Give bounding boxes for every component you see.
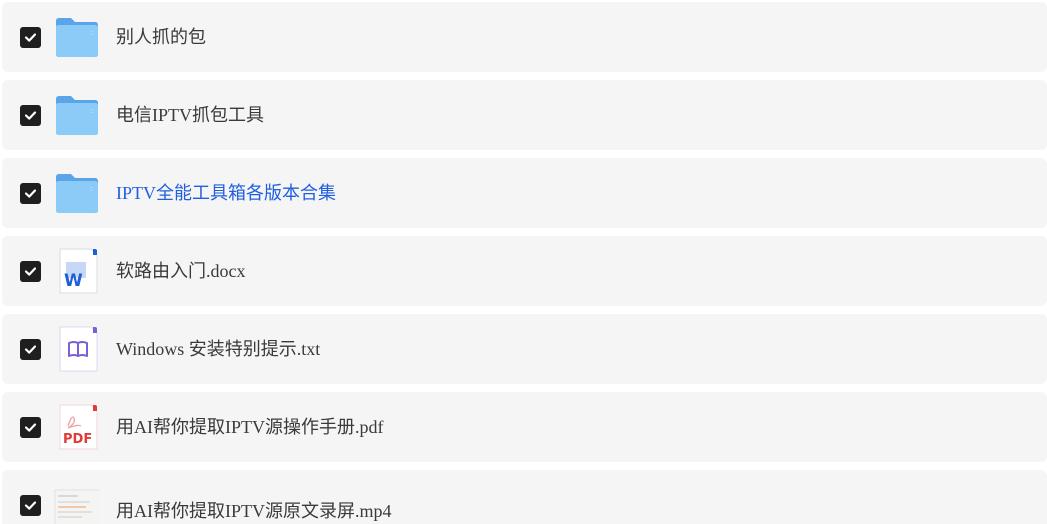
- folder-icon: [54, 92, 100, 138]
- checkmark-icon: [24, 345, 37, 354]
- file-name[interactable]: 别人抓的包: [116, 2, 206, 72]
- svg-text:W: W: [64, 271, 83, 291]
- row-checkbox[interactable]: [20, 183, 41, 204]
- checkmark-icon: [24, 189, 37, 198]
- file-list: 别人抓的包 电信IPTV抓包工具 IPTV全能工具箱各版本合集 W 软路由入门.…: [0, 0, 1047, 524]
- row-checkbox[interactable]: [20, 495, 41, 516]
- file-name[interactable]: Windows 安装特别提示.txt: [116, 314, 320, 384]
- svg-text:PDF: PDF: [63, 432, 92, 447]
- file-name[interactable]: 用AI帮你提取IPTV源原文录屏.mp4: [116, 476, 392, 524]
- row-checkbox[interactable]: [20, 261, 41, 282]
- checkmark-icon: [24, 267, 37, 276]
- row-checkbox[interactable]: [20, 339, 41, 360]
- word-doc-icon: W: [54, 248, 100, 294]
- file-row-7[interactable]: 用AI帮你提取IPTV源原文录屏.mp4: [2, 470, 1047, 524]
- row-checkbox[interactable]: [20, 105, 41, 126]
- checkmark-icon: [24, 423, 37, 432]
- file-name[interactable]: 电信IPTV抓包工具: [116, 80, 264, 150]
- checkmark-icon: [24, 33, 37, 42]
- file-name[interactable]: 软路由入门.docx: [116, 236, 246, 306]
- video-thumbnail-icon: [54, 482, 100, 524]
- file-row-5[interactable]: Windows 安装特别提示.txt: [2, 314, 1047, 384]
- file-name[interactable]: 用AI帮你提取IPTV源操作手册.pdf: [116, 392, 384, 462]
- checkmark-icon: [24, 501, 37, 510]
- row-checkbox[interactable]: [20, 417, 41, 438]
- checkmark-icon: [24, 111, 37, 120]
- file-row-4[interactable]: W 软路由入门.docx: [2, 236, 1047, 306]
- file-row-3[interactable]: IPTV全能工具箱各版本合集: [2, 158, 1047, 228]
- file-row-1[interactable]: 别人抓的包: [2, 2, 1047, 72]
- folder-icon: [54, 170, 100, 216]
- row-checkbox[interactable]: [20, 27, 41, 48]
- file-name[interactable]: IPTV全能工具箱各版本合集: [116, 158, 336, 228]
- file-row-2[interactable]: 电信IPTV抓包工具: [2, 80, 1047, 150]
- folder-icon: [54, 14, 100, 60]
- file-row-6[interactable]: PDF 用AI帮你提取IPTV源操作手册.pdf: [2, 392, 1047, 462]
- pdf-file-icon: PDF: [54, 404, 100, 450]
- text-file-icon: [54, 326, 100, 372]
